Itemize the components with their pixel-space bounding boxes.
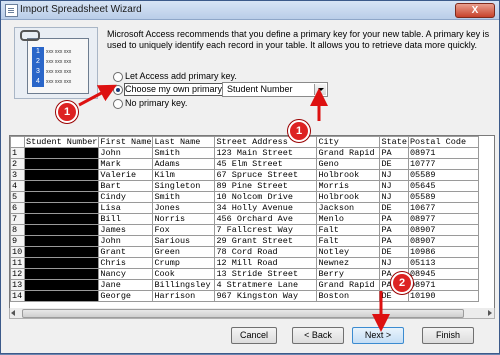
wizard-window: Import Spreadsheet Wizard X 1 2 3 4 xxx … [0, 0, 500, 354]
callout-badge-1b: 1 [288, 120, 310, 142]
callout-badge-1: 1 [56, 101, 78, 123]
arrow-to-choose-option [78, 84, 117, 107]
callout-arrows [78, 84, 390, 332]
callout-badge-2: 2 [391, 272, 413, 294]
